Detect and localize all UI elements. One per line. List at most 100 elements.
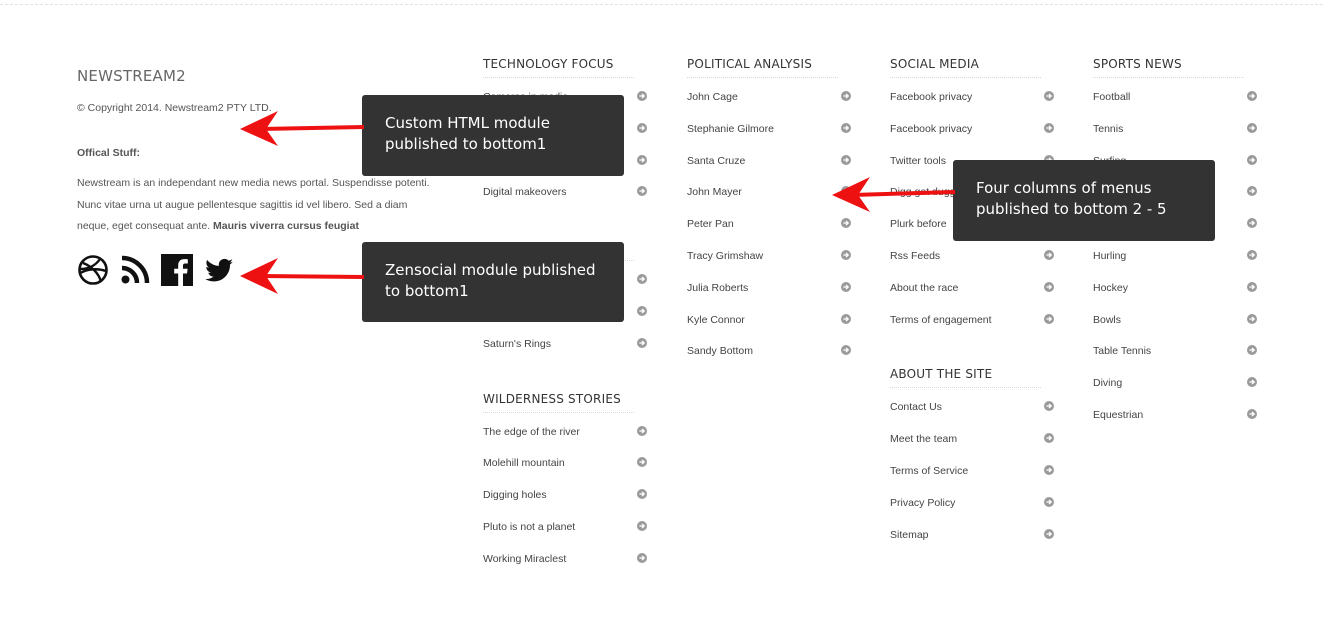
about-bold-text: Mauris viverra cursus feugiat — [213, 220, 359, 232]
menu-item-label: The edge of the river — [483, 425, 580, 438]
menu-column-2: POLITICAL ANALYSIS John Cage Stephanie Gil… — [687, 57, 857, 376]
menu-item-label: Peter Pan — [687, 218, 734, 231]
callout-zensocial: Zensocial module published to bottom1 — [362, 242, 624, 322]
menu-item[interactable]: Equestrian — [1093, 408, 1263, 440]
menu-heading: WILDERNESS STORIES — [483, 392, 634, 413]
menu-item[interactable]: Tracy Grimshaw — [687, 249, 857, 281]
arrow-right-circle-icon — [1044, 281, 1054, 292]
menu-item-label: Table Tennis — [1093, 345, 1152, 358]
menu-heading: POLITICAL ANALYSIS — [687, 57, 838, 78]
arrow-right-circle-icon — [1247, 313, 1257, 324]
menu-item[interactable]: Privacy Policy — [890, 496, 1060, 528]
menu-item[interactable]: Meet the team — [890, 432, 1060, 464]
arrow-right-circle-icon — [1044, 249, 1054, 260]
annotation-arrow-icon — [240, 258, 365, 294]
menu-item[interactable]: Rss Feeds — [890, 249, 1060, 281]
menu-list: The edge of the river Molehill mountain Di… — [483, 425, 653, 584]
menu-item[interactable]: Table Tennis — [1093, 344, 1263, 376]
menu-item-label: Sitemap — [890, 528, 929, 541]
arrow-right-circle-icon — [637, 154, 647, 165]
menu-item[interactable]: Bowls — [1093, 313, 1263, 345]
menu-item[interactable]: John Cage — [687, 90, 857, 122]
menu-column-3: SOCIAL MEDIA Facebook privacy Facebook pri… — [890, 57, 1060, 559]
arrow-right-circle-icon — [1247, 408, 1257, 419]
menu-item-label: Molehill mountain — [483, 457, 565, 470]
menu-item[interactable]: Digging holes — [483, 488, 653, 520]
menu-item[interactable]: Contact Us — [890, 400, 1060, 432]
callout-menus: Four columns of menus published to botto… — [953, 160, 1215, 241]
menu-item[interactable]: Pluto is not a planet — [483, 520, 653, 552]
menu-item-label: Tracy Grimshaw — [687, 249, 764, 262]
arrow-right-circle-icon — [841, 249, 851, 260]
menu-column-4: SPORTS NEWSFootballTennisSurfingAFL Leag… — [1093, 57, 1263, 440]
menu-item[interactable]: Digital makeovers — [483, 185, 653, 217]
callout-line: Four columns of menus — [976, 179, 1152, 197]
arrow-right-circle-icon — [637, 489, 647, 500]
menu-item[interactable]: Sandy Bottom — [687, 344, 857, 376]
arrow-right-circle-icon — [1247, 91, 1257, 101]
menu-item[interactable]: Saturn's Rings — [483, 337, 653, 369]
annotation-arrow-icon — [832, 177, 956, 212]
arrow-right-circle-icon — [637, 122, 647, 133]
menu-item-label: Privacy Policy — [890, 496, 956, 509]
menu-item[interactable]: Tennis — [1093, 122, 1263, 154]
dribbble-link[interactable] — [77, 254, 109, 286]
menu-heading: SOCIAL MEDIA — [890, 57, 1041, 78]
menu-item[interactable]: Terms of engagement — [890, 313, 1060, 345]
menu-item[interactable]: The edge of the river — [483, 425, 653, 457]
menu-heading: ABOUT THE SITE — [890, 367, 1041, 389]
menu-item-label: Facebook privacy — [890, 91, 973, 103]
arrow-right-circle-icon — [1044, 91, 1054, 101]
menu-list: John Cage Stephanie Gilmore Santa Cruze Joh… — [687, 90, 857, 376]
menu-item[interactable]: Sitemap — [890, 528, 1060, 560]
annotation-arrow-icon — [240, 111, 365, 146]
top-divider — [0, 4, 1323, 5]
arrow-right-circle-icon — [1247, 218, 1257, 229]
arrow-right-circle-icon — [637, 305, 647, 316]
menu-item[interactable]: Molehill mountain — [483, 456, 653, 488]
menu-item-label: Tennis — [1093, 122, 1124, 135]
menu-item[interactable]: Facebook privacy — [890, 90, 1060, 122]
arrow-right-circle-icon — [841, 91, 851, 101]
menu-item[interactable]: Hurling — [1093, 249, 1263, 281]
menu-item[interactable]: About the race — [890, 281, 1060, 313]
menu-item-label: Kyle Connor — [687, 313, 745, 326]
menu-item-label: Equestrian — [1093, 408, 1144, 421]
menu-item-label: Bowls — [1093, 313, 1122, 326]
menu-item-label: Hurling — [1093, 249, 1127, 262]
menu-item-label: Terms of engagement — [890, 313, 992, 326]
menu-item[interactable]: Peter Pan — [687, 217, 857, 249]
facebook-icon — [161, 254, 193, 286]
about-paragraph: Newstream is an independant new media ne… — [77, 173, 437, 238]
site-brand: NEWSTREAM2 — [77, 67, 186, 85]
arrow-right-circle-icon — [841, 122, 851, 133]
menu-item-label: Twitter tools — [890, 154, 947, 167]
callout-line: published to bottom 2 - 5 — [976, 200, 1167, 218]
menu-item-label: Plurk before — [890, 218, 947, 231]
facebook-link[interactable] — [161, 254, 193, 286]
menu-list: FootballTennisSurfingAFL LeaguesCurlingH… — [1093, 90, 1263, 440]
arrow-right-circle-icon — [1044, 433, 1054, 444]
arrow-right-circle-icon — [637, 520, 647, 531]
menu-item[interactable]: Terms of Service — [890, 464, 1060, 496]
menu-item[interactable]: Julia Roberts — [687, 281, 857, 313]
menu-item[interactable]: Stephanie Gilmore — [687, 122, 857, 154]
menu-item[interactable]: Kyle Connor — [687, 313, 857, 345]
dribbble-icon — [78, 255, 108, 285]
menu-item[interactable]: Working Miraclest — [483, 552, 653, 584]
arrow-right-circle-icon — [1247, 154, 1257, 165]
arrow-right-circle-icon — [637, 186, 647, 197]
twitter-link[interactable] — [203, 254, 235, 286]
arrow-right-circle-icon — [1247, 377, 1257, 388]
menu-item-label: Rss Feeds — [890, 249, 941, 262]
menu-item-label: Digging holes — [483, 489, 547, 502]
rss-link[interactable] — [119, 254, 151, 286]
menu-item[interactable]: Hockey — [1093, 281, 1263, 313]
social-icons — [77, 254, 235, 286]
menu-list: Contact Us Meet the team Terms of Service P… — [890, 400, 1060, 559]
menu-item[interactable]: Football — [1093, 90, 1263, 122]
rss-icon — [121, 255, 150, 284]
menu-item[interactable]: Diving — [1093, 376, 1263, 408]
menu-item[interactable]: Facebook privacy — [890, 122, 1060, 154]
